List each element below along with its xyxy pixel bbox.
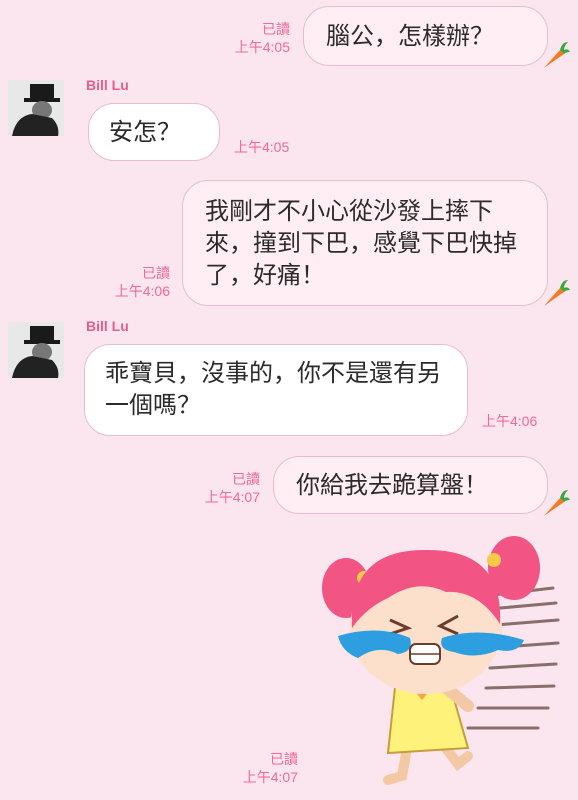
message-text: 你給我去跪算盤！ (296, 471, 488, 499)
read-status: 已讀 (232, 471, 260, 487)
timestamp: 上午4:06 (482, 413, 538, 429)
avatar[interactable] (8, 80, 64, 136)
message-text: 我剛才不小心從沙發上摔下來，撞到下巴，感覺下巴快掉了，好痛！ (205, 197, 517, 289)
timestamp: 上午4:05 (234, 39, 290, 55)
timestamp: 上午4:07 (242, 769, 298, 785)
top-hat-avatar (8, 80, 64, 136)
carrot-icon (544, 490, 570, 516)
carrot-icon (544, 42, 570, 68)
timestamp: 上午4:07 (204, 489, 260, 505)
message-bubble[interactable]: 乖寶貝，沒事的，你不是還有另一個嗎？ (84, 344, 468, 436)
sender-name: Bill Lu (86, 318, 129, 334)
message-text: 安怎？ (109, 118, 181, 146)
read-status: 已讀 (142, 265, 170, 281)
avatar[interactable] (8, 322, 64, 378)
sender-name: Bill Lu (86, 77, 129, 93)
top-hat-avatar (8, 322, 64, 378)
carrot-icon (544, 280, 570, 306)
timestamp: 上午4:05 (234, 139, 290, 155)
crying-running-girl-sticker[interactable] (318, 528, 570, 790)
message-bubble[interactable]: 安怎？ (88, 103, 220, 161)
read-status: 已讀 (262, 21, 290, 37)
message-bubble[interactable]: 腦公，怎樣辦？ (303, 6, 548, 66)
message-bubble[interactable]: 你給我去跪算盤！ (273, 456, 548, 514)
message-text: 乖寶貝，沒事的，你不是還有另一個嗎？ (105, 359, 441, 419)
message-text: 腦公，怎樣辦？ (326, 22, 494, 50)
read-status: 已讀 (270, 751, 298, 767)
timestamp: 上午4:06 (114, 283, 170, 299)
message-bubble[interactable]: 我剛才不小心從沙發上摔下來，撞到下巴，感覺下巴快掉了，好痛！ (182, 180, 548, 306)
